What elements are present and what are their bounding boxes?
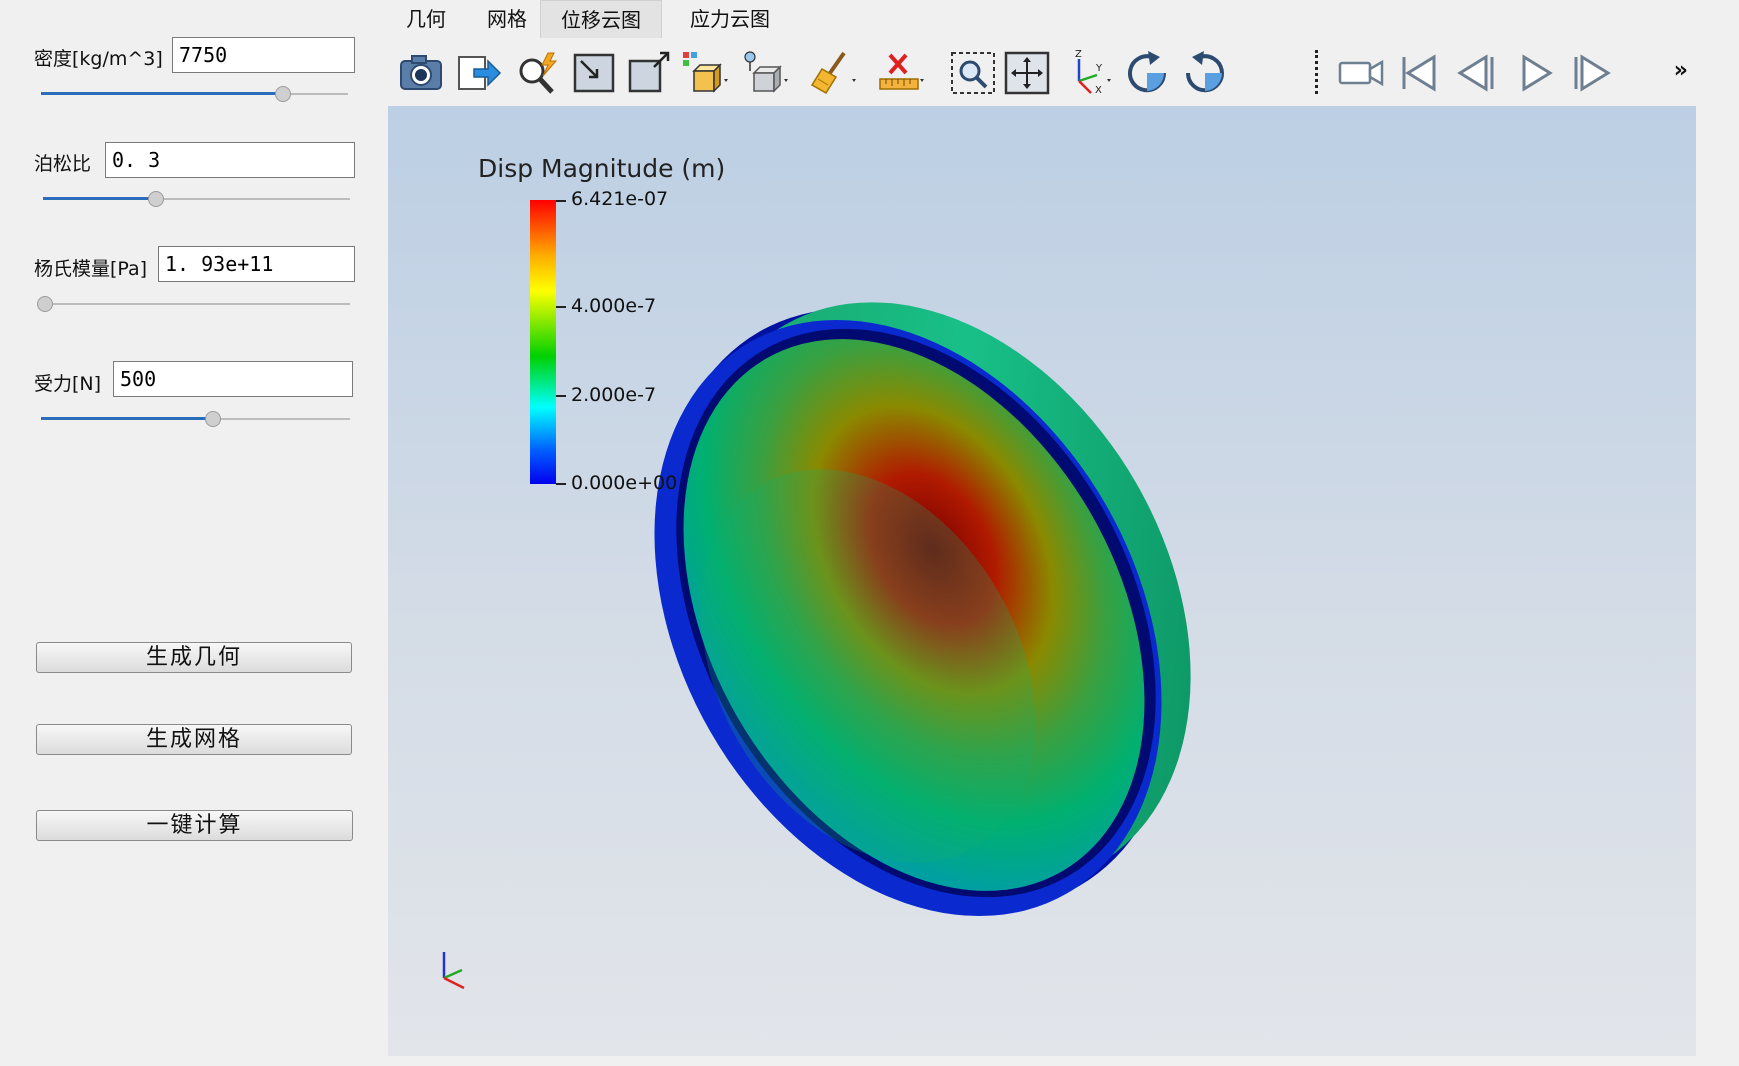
next-frame-icon[interactable] <box>1566 49 1616 97</box>
tab-geometry[interactable]: 几何 <box>396 0 456 38</box>
slider-handle[interactable] <box>148 191 164 207</box>
legend-tick <box>556 306 566 308</box>
poisson-label: 泊松比 <box>34 153 92 175</box>
slider-fill <box>41 417 213 420</box>
view-box-icon[interactable] <box>624 49 674 97</box>
youngs-input[interactable] <box>158 246 355 282</box>
main-window: 密度[kg/m^3] 泊松比 杨氏模量[Pa] 受力[N] <box>0 0 1739 1066</box>
toolbar-overflow-button[interactable]: » <box>1674 58 1688 83</box>
reset-camera-icon[interactable] <box>569 49 619 97</box>
select-cells-icon[interactable] <box>680 49 730 97</box>
density-input[interactable] <box>172 37 355 73</box>
svg-text:Y: Y <box>1095 63 1103 74</box>
legend-label: 4.000e-7 <box>571 295 657 317</box>
force-label: 受力[N] <box>34 373 102 395</box>
slider-handle[interactable] <box>275 86 291 102</box>
toolbar-separator <box>1315 50 1318 94</box>
render-viewport[interactable]: Disp Magnitude (m) 6.421e-07 4.000e-7 2.… <box>388 106 1696 1056</box>
svg-text:Z: Z <box>1075 49 1082 60</box>
youngs-label: 杨氏模量[Pa] <box>34 258 148 280</box>
tab-displacement[interactable]: 位移云图 <box>540 0 662 38</box>
force-slider[interactable] <box>41 409 350 429</box>
clear-broom-icon[interactable] <box>808 49 858 97</box>
density-slider[interactable] <box>41 84 348 104</box>
play-icon[interactable] <box>1510 49 1560 97</box>
generate-geometry-button[interactable]: 生成几何 <box>36 642 352 673</box>
select-points-icon[interactable] <box>740 49 790 97</box>
legend-title: Disp Magnitude (m) <box>478 154 726 183</box>
center-view-icon[interactable] <box>1002 49 1052 97</box>
ruler-delete-icon[interactable] <box>876 49 926 97</box>
poisson-slider[interactable] <box>43 189 350 209</box>
legend-tick <box>556 395 566 397</box>
first-frame-icon[interactable] <box>1394 49 1444 97</box>
slider-fill <box>43 197 156 200</box>
slider-handle[interactable] <box>205 411 221 427</box>
camera-icon[interactable] <box>396 49 446 97</box>
poisson-input[interactable] <box>105 142 355 178</box>
displacement-model <box>654 302 1191 917</box>
record-icon[interactable] <box>1336 49 1386 97</box>
youngs-slider[interactable] <box>37 294 350 314</box>
legend-label-max: 6.421e-07 <box>571 188 669 210</box>
legend-label-min: 0.000e+00 <box>571 472 678 494</box>
zoom-box-icon[interactable] <box>948 49 998 97</box>
legend-tick <box>556 483 566 485</box>
force-input[interactable] <box>113 361 353 397</box>
probe-icon[interactable] <box>512 49 562 97</box>
rotate-ccw-icon[interactable] <box>1180 49 1230 97</box>
toolbar: Z YX » <box>388 40 1696 106</box>
density-label: 密度[kg/m^3] <box>34 48 163 70</box>
tab-stress[interactable]: 应力云图 <box>670 0 790 38</box>
slider-handle[interactable] <box>37 296 53 312</box>
slider-fill <box>41 92 283 95</box>
generate-mesh-button[interactable]: 生成网格 <box>36 724 352 755</box>
color-scale-bar <box>530 200 556 484</box>
orientation-axes-icon <box>442 952 465 990</box>
legend-label: 2.000e-7 <box>571 384 657 406</box>
compute-button[interactable]: 一键计算 <box>36 810 353 841</box>
export-icon[interactable] <box>454 49 504 97</box>
prev-frame-icon[interactable] <box>1452 49 1502 97</box>
parameter-panel: 密度[kg/m^3] 泊松比 杨氏模量[Pa] 受力[N] <box>0 0 385 1066</box>
legend-tick <box>556 200 566 202</box>
tab-mesh[interactable]: 网格 <box>472 0 542 38</box>
rotate-cw-icon[interactable] <box>1122 49 1172 97</box>
tab-bar: 几何 网格 位移云图 应力云图 <box>388 0 1739 38</box>
axes-orient-icon[interactable]: Z YX <box>1063 49 1113 97</box>
svg-text:X: X <box>1095 85 1102 96</box>
slider-track <box>45 303 350 305</box>
